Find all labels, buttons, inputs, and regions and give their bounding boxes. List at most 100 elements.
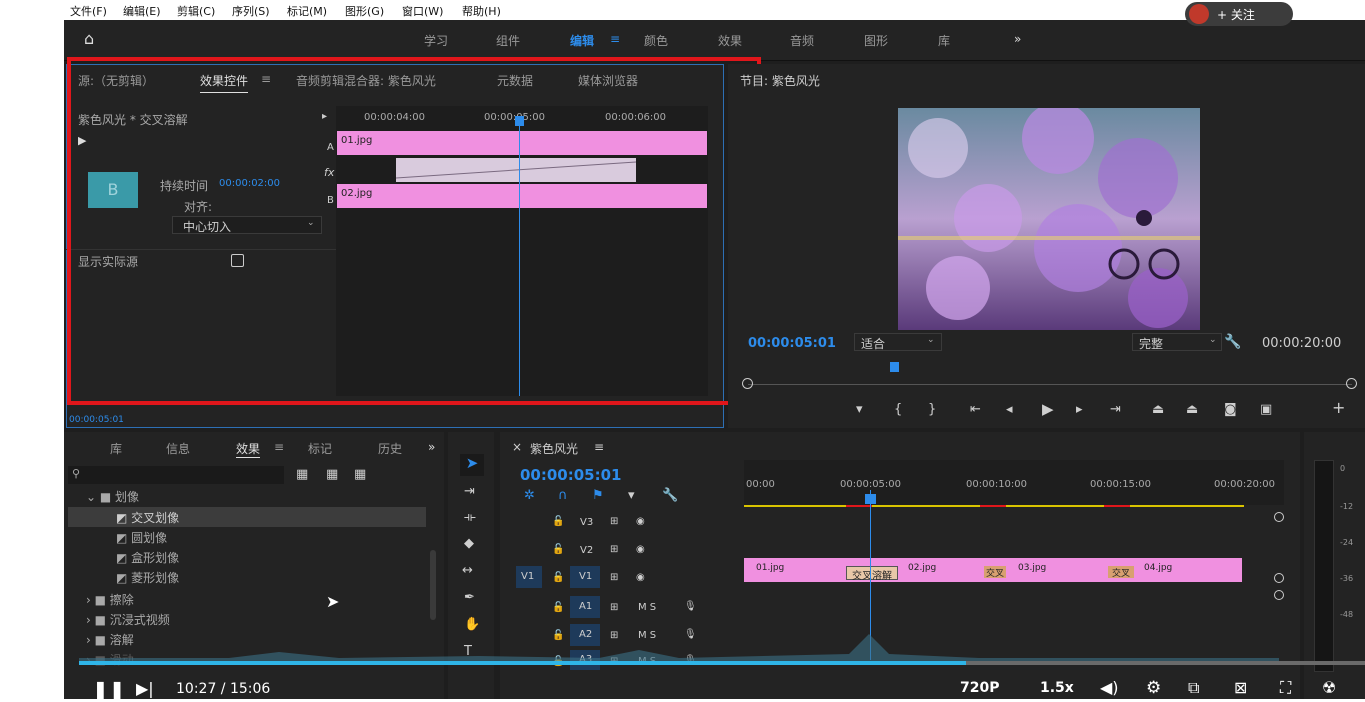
fullscreen-icon[interactable]: ⛶ [1280,678,1291,698]
menu-file[interactable]: 文件(F) [70,3,107,19]
step-back-icon[interactable]: ◂ [1006,403,1013,416]
eye-icon[interactable]: ◉ [636,572,645,583]
add-marker-icon[interactable]: ▾ [628,489,635,502]
tree-item-wipe[interactable]: › ■ 擦除 [86,591,134,608]
program-playhead[interactable] [890,362,899,372]
sync-lock-icon[interactable]: ⊞ [610,516,618,527]
workspace-color[interactable]: 颜色 [644,32,668,49]
wrench-icon[interactable]: 🔧 [1224,335,1241,349]
tab-info[interactable]: 信息 [166,440,190,457]
snap-icon[interactable]: ✲ [524,489,535,502]
linked-selection-icon[interactable]: ⚑ [592,489,604,502]
volume-icon[interactable]: ◀) [1100,678,1119,697]
quality-button[interactable]: 720P [960,680,999,696]
source-patch-v1[interactable]: V1 [516,566,542,588]
timeline-menu-icon[interactable]: ≡ [594,440,604,454]
tab-effects[interactable]: 效果 [236,440,261,458]
timeline-clip[interactable]: 04.jpg [1144,563,1172,573]
magnet-icon[interactable]: ∩ [558,489,568,502]
camera-icon[interactable]: ◙ [1224,403,1237,416]
sync-lock-icon[interactable]: ⊞ [610,602,618,613]
zoom-handle-left[interactable] [742,378,753,389]
gear-icon[interactable]: ⚙ [1146,678,1161,698]
menu-marker[interactable]: 标记(M) [287,3,327,19]
mark-out-icon[interactable]: } [928,403,936,416]
tree-item-iris-round[interactable]: ◩ 圆划像 [116,529,167,546]
lock-icon[interactable]: 🔓 [552,544,564,555]
lock-icon[interactable]: 🔓 [552,572,564,583]
sync-lock-icon[interactable]: ⊞ [610,572,618,583]
program-timecode[interactable]: 00:00:05:01 [748,336,836,351]
ec-timecode[interactable]: 00:00:05:01 [69,415,139,427]
pen-tool-icon[interactable]: ✒ [464,591,475,604]
timeline-timecode[interactable]: 00:00:05:01 [520,466,622,484]
mute-solo-label[interactable]: M S [638,602,656,613]
home-icon[interactable]: ⌂ [84,31,94,47]
slip-tool-icon[interactable]: ↔ [462,564,473,577]
go-to-out-icon[interactable]: ⇥ [1110,403,1121,416]
workspace-effects[interactable]: 效果 [718,32,742,49]
go-to-in-icon[interactable]: ⇤ [970,403,981,416]
menu-sequence[interactable]: 序列(S) [232,3,270,19]
pause-icon[interactable]: ❚❚ [92,678,126,702]
timeline-transition[interactable]: 交叉 [984,566,1006,578]
step-forward-icon[interactable]: ▸ [1076,403,1083,416]
tab-menu-icon[interactable]: ≡ [274,440,284,454]
fit-dropdown[interactable]: 适合 ⌄ [854,333,942,351]
workspace-graphics[interactable]: 图形 [864,32,888,49]
eye-icon[interactable]: ◉ [636,516,645,527]
microphone-icon[interactable]: 🎙 [684,601,697,612]
tabs-more-button[interactable]: » [428,440,435,454]
effects-search-input[interactable]: ⚲ [68,466,284,484]
workspace-editing[interactable]: 编辑 [570,32,594,49]
selection-tool-icon[interactable]: ➤ [460,454,484,476]
mark-in-icon[interactable]: { [894,403,902,416]
speed-button[interactable]: 1.5x [1040,680,1074,696]
close-icon[interactable]: × [512,440,522,454]
ripple-edit-tool-icon[interactable]: ⟛ [464,511,476,524]
program-scrubber[interactable] [748,370,1352,385]
tree-item-iris-box[interactable]: ◩ 盒形划像 [116,549,179,566]
workspace-audio[interactable]: 音频 [790,32,814,49]
add-button-icon[interactable]: + [1332,400,1345,416]
timeline-settings-icon[interactable]: 🔧 [662,489,678,502]
workspace-libraries[interactable]: 库 [938,32,950,49]
tree-item-cross-zoom[interactable]: ◩ 交叉划像 [116,509,179,526]
compare-icon[interactable]: ▣ [1260,403,1272,416]
effects-scrollbar[interactable] [430,550,436,620]
marker-icon[interactable]: ▾ [856,403,863,416]
menu-clip[interactable]: 剪辑(C) [177,3,215,19]
workspace-assembly[interactable]: 组件 [496,32,520,49]
32bit-effects-icon[interactable]: ▦ [326,468,338,481]
track-scroll-handle[interactable] [1274,573,1284,583]
track-v1-target[interactable]: V1 [570,566,600,588]
track-scroll-handle[interactable] [1274,590,1284,600]
tree-item-wipe-folder[interactable]: ⌄ ■ 划像 [86,488,139,505]
tree-item-immersive[interactable]: › ■ 沉浸式视频 [86,611,170,628]
menu-help[interactable]: 帮助(H) [462,3,501,19]
menu-window[interactable]: 窗口(W) [402,3,443,19]
yuv-effects-icon[interactable]: ▦ [354,468,366,481]
timeline-clip[interactable]: 03.jpg [1018,563,1046,573]
track-a1-target[interactable]: A1 [570,596,600,618]
menu-graphics[interactable]: 图形(G) [345,3,384,19]
razor-tool-icon[interactable]: ◆ [464,537,474,550]
sync-lock-icon[interactable]: ⊞ [610,544,618,555]
widescreen-icon[interactable]: ⊠ [1234,678,1247,697]
lift-icon[interactable]: ⏏ [1152,403,1164,416]
next-icon[interactable]: ▶| [136,679,154,698]
tab-markers[interactable]: 标记 [308,440,332,457]
eye-icon[interactable]: ◉ [636,544,645,555]
menu-edit[interactable]: 编辑(E) [123,3,161,19]
share-icon[interactable]: ☢ [1322,678,1336,697]
zoom-handle-right[interactable] [1346,378,1357,389]
timeline-playhead-handle[interactable] [865,494,876,504]
workspace-menu-icon[interactable]: ≡ [610,32,620,46]
workspace-learn[interactable]: 学习 [424,32,448,49]
track-scroll-handle[interactable] [1274,512,1284,522]
play-icon[interactable]: ▶ [1042,402,1054,417]
timeline-transition[interactable]: 交叉 [1108,566,1134,578]
timeline-clip[interactable]: 01.jpg [756,563,784,573]
quality-dropdown[interactable]: 完整 ⌄ [1132,333,1222,351]
timeline-clip[interactable]: 02.jpg [908,563,936,573]
